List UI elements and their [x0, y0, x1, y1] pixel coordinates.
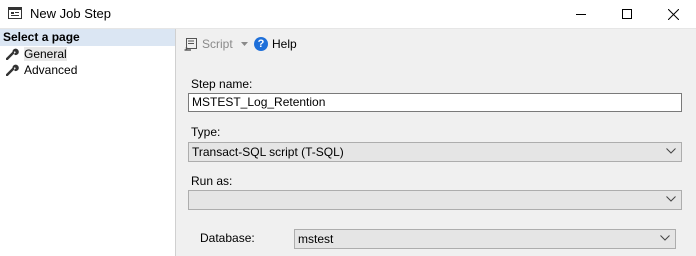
help-button[interactable]: ? Help	[254, 37, 297, 51]
database-select[interactable]: mstest	[294, 229, 676, 249]
help-label: Help	[272, 37, 297, 51]
step-name-input[interactable]: MSTEST_Log_Retention	[188, 93, 682, 112]
script-icon	[184, 38, 197, 51]
run-as-label: Run as:	[191, 174, 233, 188]
minimize-button[interactable]	[558, 0, 604, 28]
page-item-label: Advanced	[24, 63, 78, 77]
chevron-down-icon	[666, 148, 676, 154]
chevron-down-icon	[666, 196, 676, 202]
select-page-pane: Select a page General Advanced	[0, 29, 176, 256]
page-item-label: General	[24, 47, 67, 61]
script-button[interactable]: Script	[184, 37, 248, 51]
job-step-window-icon	[8, 7, 22, 19]
wrench-icon	[6, 64, 19, 76]
maximize-icon	[622, 9, 632, 19]
chevron-down-icon	[660, 235, 670, 241]
select-page-header: Select a page	[0, 29, 175, 46]
close-icon	[667, 8, 679, 20]
title-bar: New Job Step	[0, 0, 696, 29]
type-label: Type:	[191, 125, 221, 139]
type-select[interactable]: Transact-SQL script (T-SQL)	[188, 142, 682, 162]
general-page-content: Step name: MSTEST_Log_Retention Type: Tr…	[176, 62, 696, 256]
database-select-value: mstest	[298, 232, 334, 246]
wrench-icon	[6, 48, 19, 60]
script-label: Script	[202, 37, 233, 51]
close-button[interactable]	[650, 0, 696, 28]
page-item-general[interactable]: General	[0, 46, 175, 62]
help-icon: ?	[254, 37, 268, 51]
run-as-select[interactable]	[188, 190, 682, 210]
minimize-icon	[576, 14, 586, 15]
dropdown-arrow-icon	[240, 42, 248, 46]
maximize-button[interactable]	[604, 0, 650, 28]
step-name-label: Step name:	[191, 77, 253, 91]
toolbar: Script ? Help	[176, 29, 696, 62]
type-select-value: Transact-SQL script (T-SQL)	[192, 145, 344, 159]
window-title: New Job Step	[30, 6, 111, 21]
page-item-advanced[interactable]: Advanced	[0, 62, 175, 78]
database-label: Database:	[200, 231, 255, 245]
